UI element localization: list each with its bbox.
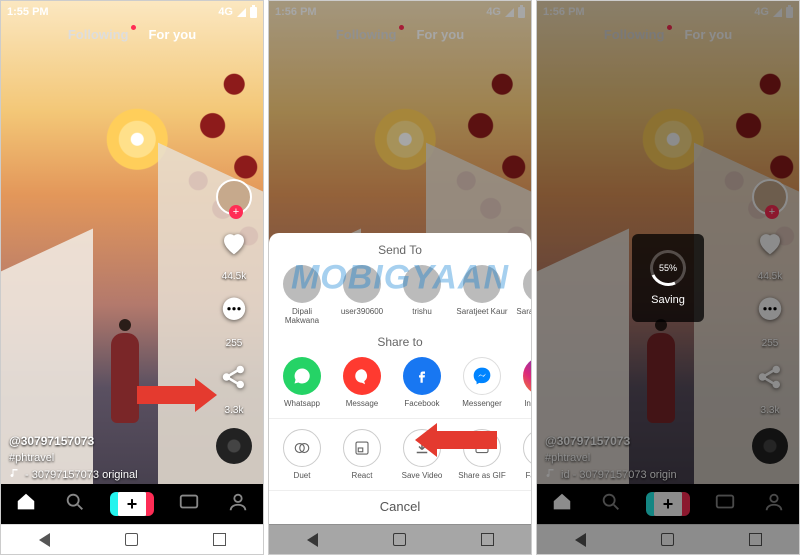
progress-ring: 55% — [645, 244, 691, 290]
action-duet[interactable]: Duet — [275, 429, 329, 480]
share-to-header: Share to — [269, 335, 531, 349]
send-to-person[interactable]: Saratjeet Kaur — [515, 265, 531, 325]
send-to-person[interactable]: Saratjeet Kaur — [455, 265, 509, 325]
action-rail: 44.5k 255 3.3k — [211, 179, 257, 464]
nav-back[interactable] — [39, 533, 50, 547]
nav-home[interactable] — [125, 533, 138, 546]
actions-row[interactable]: Duet React Save Video Share as GIF Favorites… — [269, 418, 531, 490]
android-nav-bar — [1, 524, 263, 554]
tab-search[interactable] — [64, 491, 86, 518]
app-label: Instagram — [524, 399, 531, 408]
person-name: Saratjeet Kaur — [516, 307, 531, 316]
annotation-arrow-save-video — [429, 431, 497, 449]
saving-toast: 55% Saving — [632, 234, 704, 322]
comment-count: 255 — [226, 338, 243, 349]
create-button[interactable]: + — [114, 492, 150, 516]
share-button[interactable] — [218, 361, 250, 393]
toast-label: Saving — [651, 294, 685, 306]
action-label: Share as GIF — [458, 471, 506, 480]
tab-home[interactable] — [15, 491, 37, 518]
app-label: Whatsapp — [284, 399, 320, 408]
app-label: Messenger — [462, 399, 502, 408]
screenshot-step-3: 1:56 PM 4G Following For you 44.5k 255 3… — [536, 0, 800, 555]
like-count: 44.5k — [222, 271, 246, 282]
tab-following[interactable]: Following — [68, 27, 129, 42]
action-react[interactable]: React — [335, 429, 389, 480]
clock: 1:55 PM — [7, 6, 49, 18]
share-count: 3.3k — [225, 405, 244, 416]
action-icon — [283, 429, 321, 467]
app-label: Facebook — [404, 399, 439, 408]
action-label: Favorites — [526, 471, 531, 480]
ig-icon — [523, 357, 531, 395]
person-name: trishu — [412, 307, 432, 316]
video-metadata: @30797157073 #phtravel - 30797157073 ori… — [9, 432, 138, 484]
share-app-ms[interactable]: Messenger — [455, 357, 509, 408]
app-label: Message — [346, 399, 378, 408]
screenshot-step-2: 1:56 PM 4G Following For you Send To Dip… — [268, 0, 532, 555]
like-button[interactable] — [218, 227, 250, 259]
person-avatar — [523, 265, 531, 303]
send-to-person[interactable]: Dipali Makwana — [275, 265, 329, 325]
wa-icon — [283, 357, 321, 395]
annotation-arrow-share — [137, 386, 203, 404]
share-app-ig[interactable]: Instagram — [515, 357, 531, 408]
author-handle[interactable]: @30797157073 — [9, 432, 138, 450]
author-avatar[interactable] — [216, 179, 252, 215]
tab-for-you[interactable]: For you — [148, 27, 196, 42]
action-icon — [343, 429, 381, 467]
sound-disc[interactable] — [216, 428, 252, 464]
person-avatar — [463, 265, 501, 303]
send-to-person[interactable]: trishu — [395, 265, 449, 325]
person-avatar — [283, 265, 321, 303]
person-avatar — [403, 265, 441, 303]
send-to-header: Send To — [269, 243, 531, 257]
share-to-row[interactable]: Whatsapp Message Facebook Messenger Instagra… — [269, 357, 531, 418]
action-label: Duet — [294, 471, 311, 480]
send-to-row[interactable]: Dipali Makwana user390600 trishu Saratjeet … — [269, 265, 531, 335]
msg-icon — [343, 357, 381, 395]
music-note-icon — [9, 467, 21, 485]
feed-tabs: Following For you — [1, 27, 263, 42]
person-avatar — [343, 265, 381, 303]
person-name: user390600 — [341, 307, 383, 316]
share-app-msg[interactable]: Message — [335, 357, 389, 408]
person-name: Dipali Makwana — [275, 307, 329, 325]
signal-icon — [237, 8, 246, 17]
sound-marquee[interactable]: - 30797157073 original — [9, 467, 138, 485]
battery-icon — [250, 7, 257, 18]
tab-profile[interactable] — [227, 491, 249, 518]
hashtag[interactable]: #phtravel — [9, 450, 138, 467]
screenshot-step-1: 1:55 PM 4G Following For you 44.5k 255 3… — [0, 0, 264, 555]
send-to-person[interactable]: user390600 — [335, 265, 389, 325]
comment-button[interactable] — [218, 294, 250, 326]
share-app-fb[interactable]: Facebook — [395, 357, 449, 408]
fb-icon — [403, 357, 441, 395]
nav-recents[interactable] — [213, 533, 226, 546]
network-label: 4G — [218, 6, 233, 18]
share-app-wa[interactable]: Whatsapp — [275, 357, 329, 408]
action-favorites[interactable]: Favorites — [515, 429, 531, 480]
action-label: Save Video — [402, 471, 443, 480]
ms-icon — [463, 357, 501, 395]
bottom-tab-bar: + — [1, 484, 263, 524]
action-icon — [523, 429, 531, 467]
action-label: React — [352, 471, 373, 480]
tab-inbox[interactable] — [178, 491, 200, 518]
android-status-bar: 1:55 PM 4G — [1, 1, 263, 23]
person-name: Saratjeet Kaur — [456, 307, 507, 316]
share-sheet: Send To Dipali Makwana user390600 trishu Sa… — [269, 233, 531, 524]
cancel-button[interactable]: Cancel — [269, 490, 531, 518]
